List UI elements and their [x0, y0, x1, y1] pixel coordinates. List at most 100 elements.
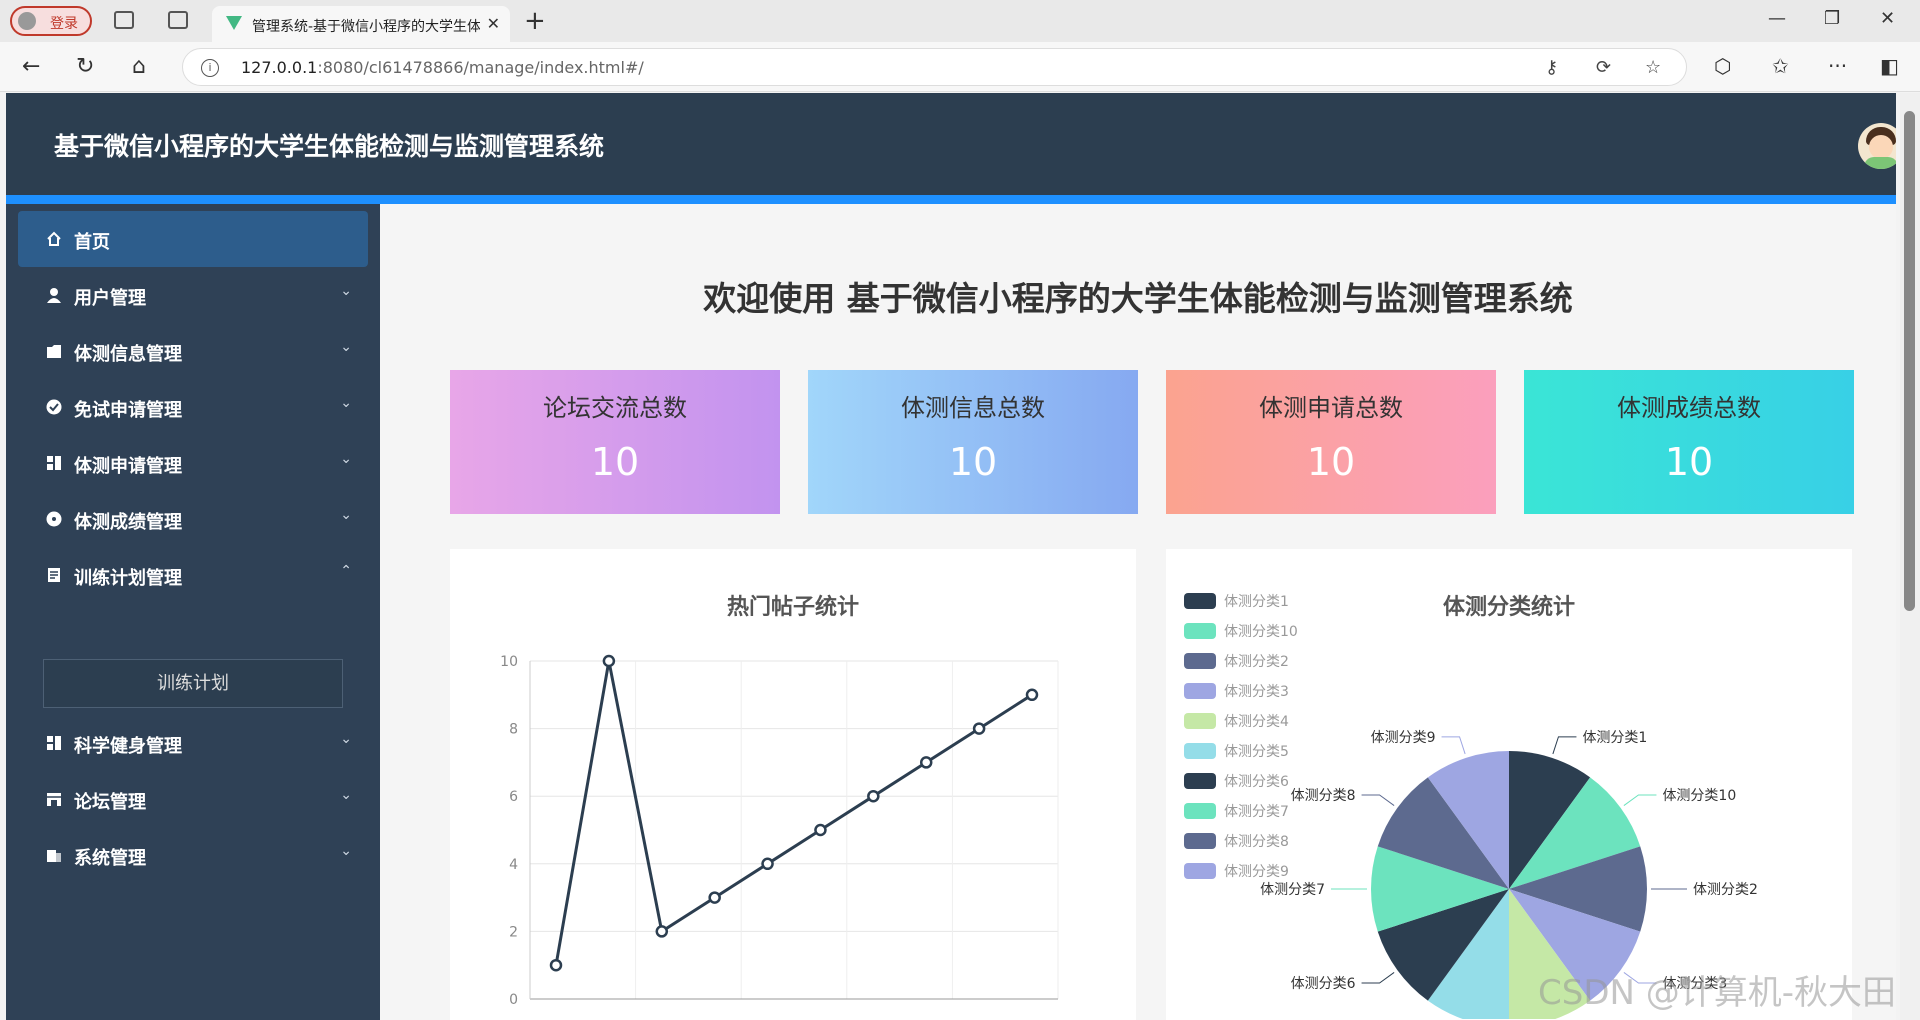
app-container: 基于微信小程序的大学生体能检测与监测管理系统 admin ⌄ 首页 用户管理 ⌄… — [6, 93, 1896, 1020]
sidebar-item-fitness[interactable]: 科学健身管理 ⌄ — [18, 715, 368, 771]
chevron-down-icon: ⌄ — [340, 843, 352, 859]
sidebar-item-home[interactable]: 首页 — [18, 211, 368, 267]
pie-label: 体测分类2 — [1693, 882, 1758, 898]
sidebar-item-label: 科学健身管理 — [74, 736, 182, 757]
sidebar-item-label: 免试申请管理 — [74, 400, 182, 421]
stat-label: 体测成绩总数 — [1617, 394, 1761, 422]
line-chart: 0 2 4 6 8 10 — [500, 654, 1059, 1008]
legend-label: 体测分类8 — [1224, 834, 1289, 850]
stat-label: 体测信息总数 — [901, 394, 1045, 422]
tab-close-icon[interactable]: ✕ — [487, 14, 500, 33]
sidebar-item-label: 首页 — [74, 232, 110, 253]
data-point — [972, 722, 986, 735]
sidebar-item-label: 用户管理 — [74, 288, 146, 309]
legend-swatch — [1184, 863, 1216, 879]
legend-label: 体测分类2 — [1224, 654, 1289, 670]
restore-icon[interactable]: ❐ — [1824, 8, 1840, 29]
chevron-down-icon: ⌄ — [340, 451, 352, 467]
window-close-icon[interactable]: ✕ — [1880, 8, 1895, 29]
sidebar-item-label: 训练计划管理 — [74, 568, 182, 589]
series-line — [554, 660, 1033, 966]
profile-avatar-icon — [18, 12, 36, 30]
main-content: 欢迎使用 基于微信小程序的大学生体能检测与监测管理系统 论坛交流总数 10 体测… — [380, 204, 1896, 1020]
data-point — [655, 925, 669, 938]
stat-card-test-apply: 体测申请总数 10 — [1166, 370, 1496, 514]
legend-label: 体测分类6 — [1224, 774, 1289, 790]
pie-chart-panel: 体测分类统计 体测分类1 体测分类10 体测分类2 体测分类3 体测分类4 体测分类5 体测… — [1166, 549, 1852, 1020]
favorite-star-icon[interactable]: ☆ — [1645, 57, 1661, 78]
chevron-down-icon: ⌄ — [340, 283, 352, 299]
pie-label: 体测分类9 — [1371, 730, 1436, 746]
reload-icon[interactable]: ↻ — [76, 54, 94, 79]
page-title: 欢迎使用 基于微信小程序的大学生体能检测与监测管理系统 — [703, 279, 1573, 318]
sidebar-item-exemption[interactable]: 免试申请管理 ⌄ — [18, 379, 368, 435]
sidebar-item-label: 体测信息管理 — [74, 344, 182, 365]
favorites-icon[interactable]: ✩ — [1772, 54, 1789, 78]
stat-card-forum: 论坛交流总数 10 — [450, 370, 780, 514]
submenu-item-training-plan[interactable]: 训练计划 — [43, 659, 343, 708]
tab-title: 管理系统-基于微信小程序的大学生体能检测与监测管理系统 — [252, 19, 480, 35]
pie-label: 体测分类1 — [1582, 730, 1647, 746]
sidebar-item-system[interactable]: 系统管理 ⌄ — [18, 827, 368, 883]
key-icon[interactable]: ⚷ — [1545, 57, 1558, 78]
sidebar-item-users[interactable]: 用户管理 ⌄ — [18, 267, 368, 323]
sidebar-item-label: 系统管理 — [74, 848, 146, 869]
grid-icon — [47, 736, 61, 750]
more-menu-icon[interactable]: ··· — [1828, 54, 1847, 78]
legend-label: 体测分类3 — [1224, 684, 1289, 700]
pie-label-line — [1361, 794, 1395, 806]
sidebar-item-scores[interactable]: 体测成绩管理 ⌄ — [18, 491, 368, 547]
legend-label: 体测分类4 — [1224, 714, 1289, 730]
data-point — [708, 891, 721, 904]
app-header: 基于微信小程序的大学生体能检测与监测管理系统 admin ⌄ — [6, 93, 1896, 195]
profile-label: 登录 — [50, 16, 78, 32]
pie-label: 体测分类7 — [1260, 882, 1325, 898]
profile-button[interactable]: 登录 — [10, 6, 92, 36]
sidebar-item-label: 体测申请管理 — [74, 456, 182, 477]
chevron-down-icon: ⌄ — [340, 507, 352, 523]
legend-swatch — [1184, 653, 1216, 669]
back-icon[interactable]: ← — [22, 54, 40, 79]
refresh-translate-icon[interactable]: ⟳ — [1596, 57, 1611, 78]
legend-swatch — [1184, 833, 1216, 849]
page-scrollbar[interactable] — [1900, 93, 1920, 1020]
legend-swatch — [1184, 773, 1216, 789]
minimize-icon[interactable]: — — [1768, 8, 1786, 29]
pie-label-line — [1552, 736, 1577, 755]
settings-icon — [47, 850, 61, 862]
sidebar-item-test-apply[interactable]: 体测申请管理 ⌄ — [18, 435, 368, 491]
url-input[interactable]: i 127.0.0.1:8080/cl61478866/manage/index… — [182, 48, 1687, 86]
stat-value: 10 — [1664, 440, 1714, 484]
extensions-icon[interactable]: ⬡ — [1714, 54, 1731, 78]
legend-swatch — [1184, 683, 1216, 699]
grid-icon — [47, 456, 61, 470]
legend-swatch — [1184, 593, 1216, 609]
sidebar-item-forum[interactable]: 论坛管理 ⌄ — [18, 771, 368, 827]
legend-swatch — [1184, 713, 1216, 729]
y-tick-label: 0 — [509, 992, 518, 1008]
url-text: 127.0.0.1:8080/cl61478866/manage/index.h… — [241, 58, 644, 77]
header-accent-bar — [6, 195, 1896, 204]
stat-label: 论坛交流总数 — [543, 394, 687, 422]
legend-label: 体测分类5 — [1224, 744, 1289, 760]
user-icon — [47, 288, 61, 303]
data-point — [761, 857, 774, 871]
folder-icon — [47, 345, 61, 358]
browser-tab[interactable]: 管理系统-基于微信小程序的大学生体能检测与监测管理系统 ✕ — [212, 6, 510, 42]
collections-icon[interactable] — [114, 11, 134, 29]
scrollbar-thumb[interactable] — [1904, 111, 1915, 611]
vertical-tabs-icon[interactable] — [168, 11, 188, 29]
home-icon — [47, 231, 61, 246]
new-tab-button[interactable]: + — [524, 6, 546, 36]
y-tick-label: 2 — [509, 924, 518, 940]
sidebar-toggle-icon[interactable]: ◧ — [1880, 54, 1899, 78]
watermark: CSDN @计算机-秋大田 — [1538, 973, 1897, 1013]
home-browser-icon[interactable]: ⌂ — [132, 54, 146, 79]
stat-label: 体测申请总数 — [1259, 394, 1403, 422]
shop-icon — [47, 793, 61, 806]
sidebar-item-test-info[interactable]: 体测信息管理 ⌄ — [18, 323, 368, 379]
site-info-icon[interactable]: i — [201, 59, 219, 77]
check-circle-icon — [46, 399, 62, 415]
chevron-up-icon: ⌃ — [340, 563, 352, 579]
sidebar-item-training[interactable]: 训练计划管理 ⌃ — [18, 547, 368, 603]
